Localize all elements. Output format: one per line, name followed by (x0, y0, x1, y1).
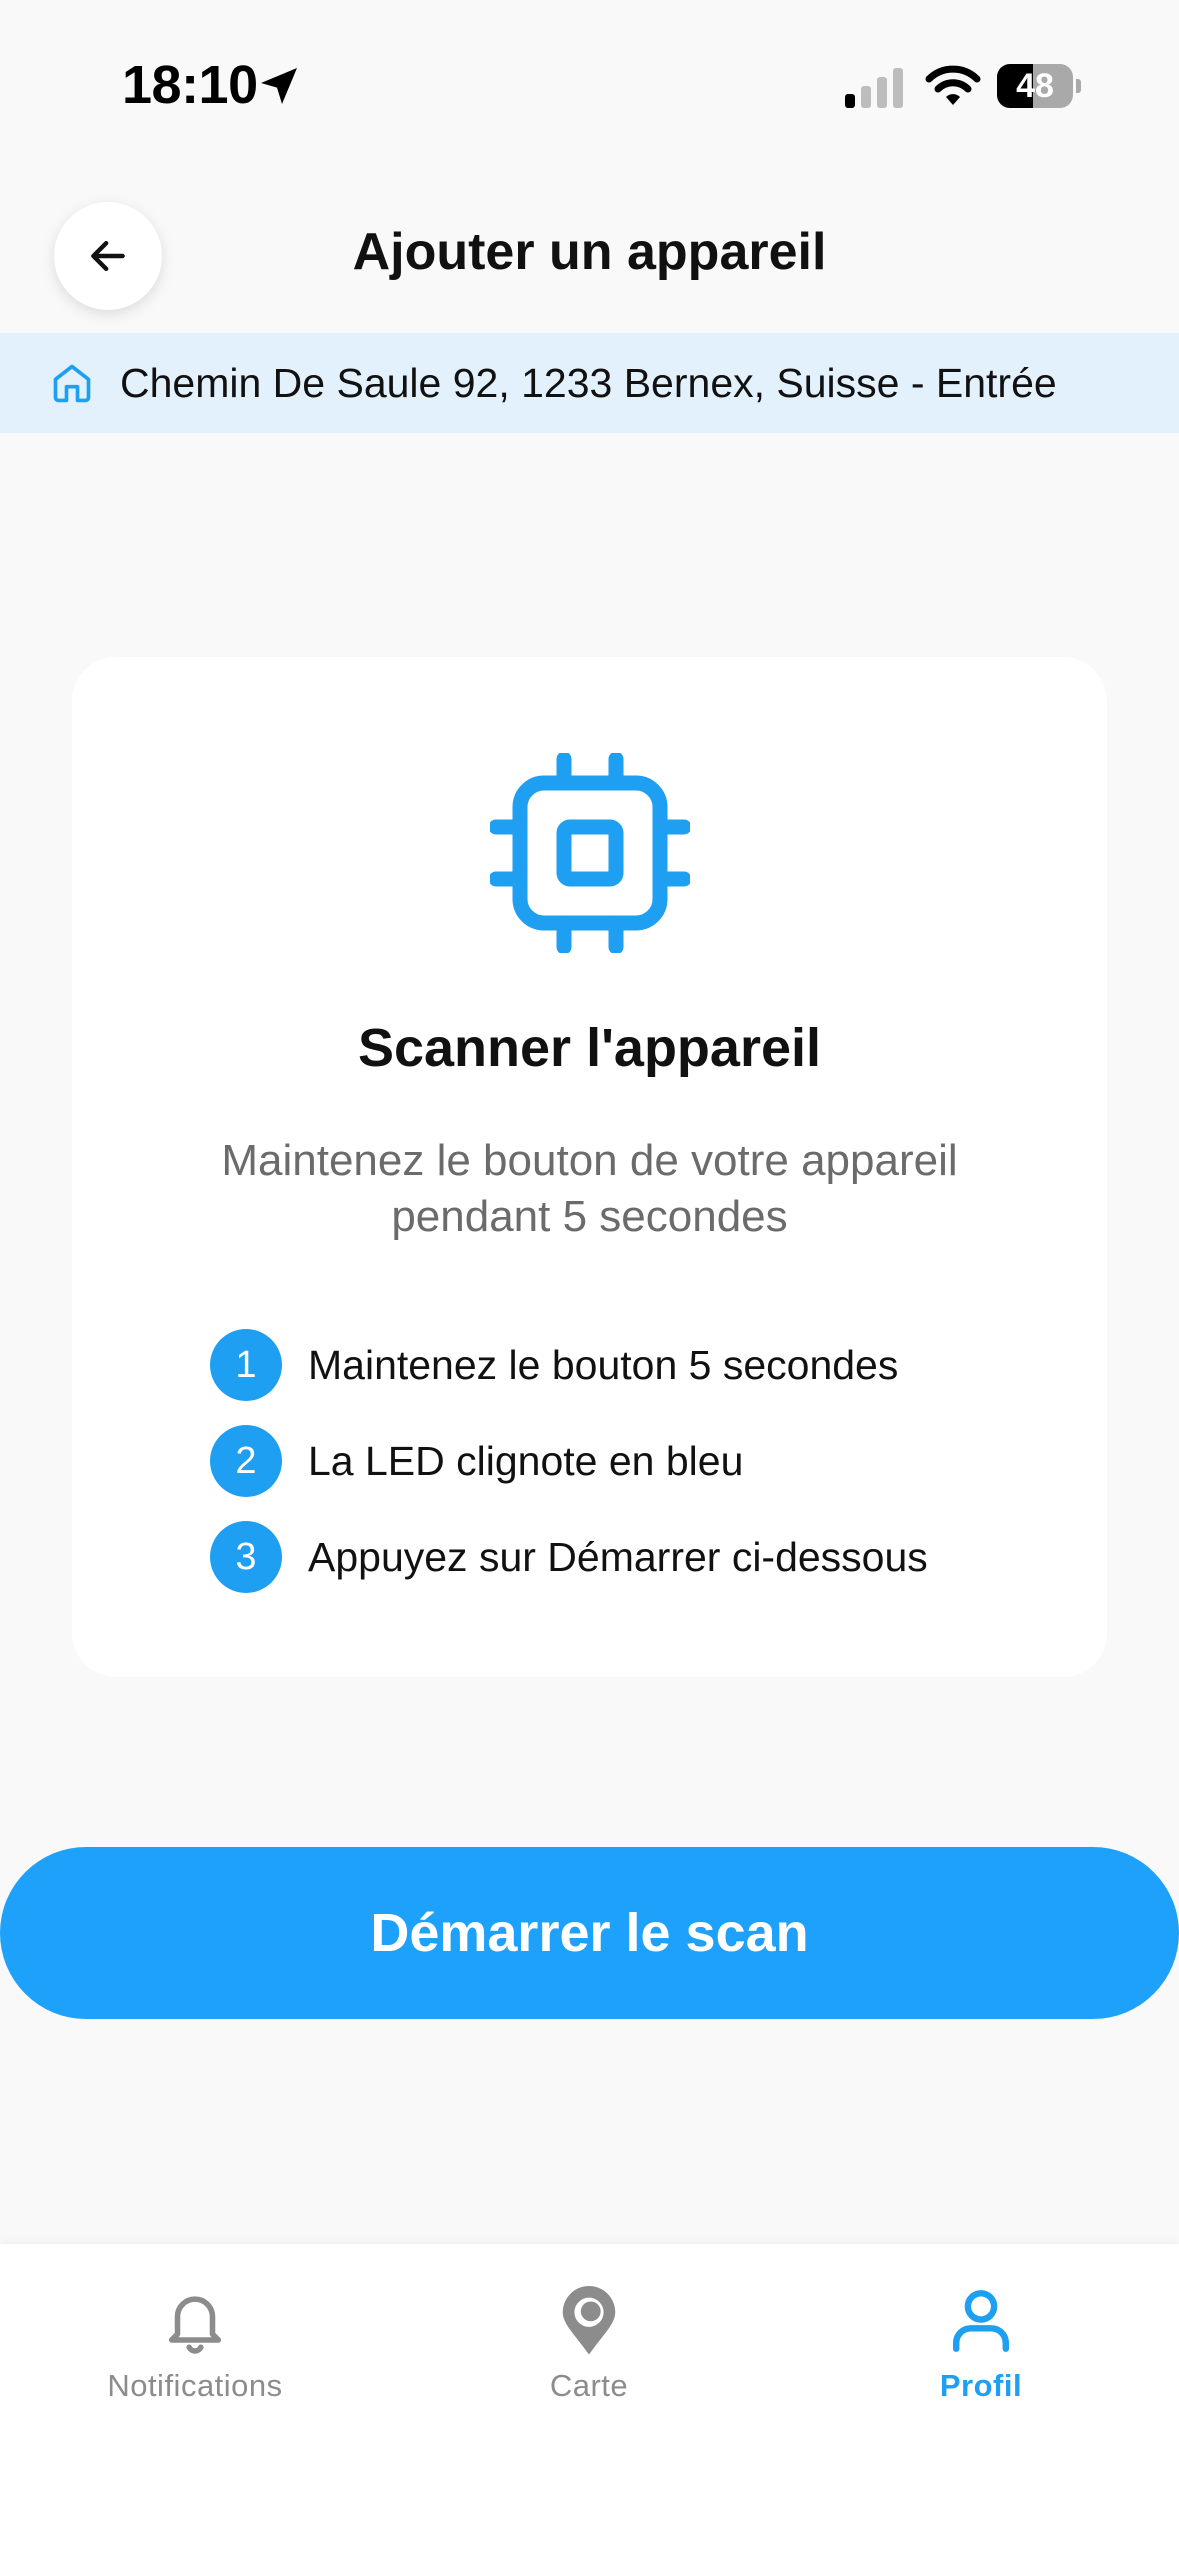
step-number-badge: 1 (210, 1329, 282, 1401)
page-title: Ajouter un appareil (352, 223, 827, 281)
bell-icon (168, 2296, 222, 2354)
tab-profil-label: Profil (939, 2368, 1023, 2403)
tab-notifications-label: Notifications (107, 2368, 283, 2403)
steps-list: 1 Maintenez le bouton 5 secondes 2 La LE… (210, 1317, 1070, 1605)
tab-carte-label: Carte (549, 2368, 629, 2403)
user-icon (953, 2290, 1009, 2352)
wifi-icon (925, 65, 981, 105)
screen: 18:10 48 Ajouter un appareil Chemin De S… (0, 0, 1179, 2556)
step-text: Maintenez le bouton 5 secondes (308, 1341, 899, 1388)
cellular-signal-icon (845, 68, 903, 108)
tab-profil[interactable]: Profil (831, 2284, 1131, 2444)
address-banner: Chemin De Saule 92, 1233 Bernex, Suisse … (0, 333, 1179, 433)
start-scan-button[interactable]: Démarrer le scan (0, 1847, 1179, 2019)
battery-icon: 48 (997, 64, 1081, 108)
status-time: 18:10 (122, 55, 258, 115)
step-number-badge: 3 (210, 1521, 282, 1593)
tab-notifications[interactable]: Notifications (45, 2284, 345, 2444)
battery-percentage: 48 (1016, 67, 1054, 105)
home-icon (53, 364, 91, 403)
card-title: Scanner l'appareil (357, 1018, 822, 1078)
chip-icon (490, 753, 690, 953)
location-arrow-icon (261, 68, 297, 104)
scan-instructions-card: Scanner l'appareil Maintenez le bouton d… (72, 657, 1107, 1677)
card-description: Maintenez le bouton de votre appareil pe… (221, 1136, 958, 1241)
step-text: Appuyez sur Démarrer ci-dessous (308, 1533, 928, 1580)
step-item: 2 La LED clignote en bleu (210, 1413, 1070, 1509)
step-item: 1 Maintenez le bouton 5 secondes (210, 1317, 1070, 1413)
address-text: Chemin De Saule 92, 1233 Bernex, Suisse … (120, 359, 1057, 406)
status-bar: 18:10 48 (0, 0, 1179, 175)
bottom-tab-bar: Notifications Carte Profil (0, 2244, 1179, 2556)
step-number-badge: 2 (210, 1425, 282, 1497)
step-item: 3 Appuyez sur Démarrer ci-dessous (210, 1509, 1070, 1605)
tab-carte[interactable]: Carte (439, 2284, 739, 2444)
step-text: La LED clignote en bleu (308, 1437, 744, 1484)
map-pin-icon (562, 2286, 616, 2355)
